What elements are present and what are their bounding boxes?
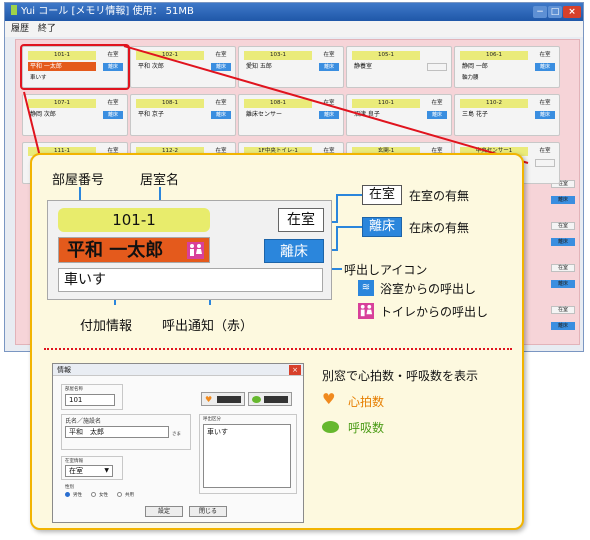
heart-icon: ♥: [205, 395, 213, 404]
room-field[interactable]: 101: [65, 394, 115, 406]
heart-icon: ♥: [322, 390, 336, 408]
call-type-label: 呼出区分: [203, 417, 221, 422]
heart-rate-indicator: ♥: [201, 392, 245, 406]
label-call-notification: 呼出通知（赤）: [162, 319, 254, 334]
gender-option-female: 女性: [99, 493, 108, 498]
breath-rate-label: 呼吸数: [348, 421, 385, 435]
presence-select-value: 在室: [69, 467, 83, 475]
room-number-badge: 101-1: [58, 208, 210, 232]
close-icon[interactable]: ×: [289, 365, 301, 375]
bath-icon: ≋: [358, 280, 374, 296]
set-button[interactable]: 設定: [145, 506, 183, 517]
honorific-label: さま: [172, 432, 181, 437]
call-type-list[interactable]: 車いす: [203, 424, 291, 488]
toilet-icon: [187, 242, 204, 259]
gender-label: 性別: [65, 485, 74, 490]
close-button[interactable]: 閉じる: [189, 506, 227, 517]
name-label: 氏名／施設名: [65, 418, 102, 425]
room-label: 部屋名称: [65, 387, 83, 392]
heart-rate-label: 心拍数: [348, 395, 385, 409]
vitals-heading: 別窓で心拍数・呼吸数を表示: [322, 369, 479, 383]
callout-line-right: [123, 45, 529, 164]
heart-rate-display: [217, 396, 241, 403]
name-field[interactable]: 平和 太郎: [65, 426, 169, 438]
room-card-enlarged: 101-1 在室 平和 一太郎 離床 車いす: [47, 200, 332, 300]
breath-rate-indicator: [248, 392, 292, 406]
breath-rate-display: [264, 396, 288, 403]
gender-option-shared: 共用: [125, 493, 134, 498]
presence-label: 在室情報: [65, 459, 83, 464]
gender-option-male: 男性: [73, 493, 82, 498]
presence-badge: 在室: [278, 208, 324, 232]
gender-radio-male[interactable]: [65, 492, 70, 497]
label-additional-info: 付加情報: [80, 319, 133, 334]
legend-bed-text: 在床の有無: [409, 221, 470, 235]
legend-presence-box: 在室: [362, 185, 402, 205]
legend-presence-text: 在室の有無: [409, 189, 470, 203]
leaf-icon: [322, 421, 339, 433]
call-icon-title: 呼出しアイコン: [344, 263, 428, 277]
legend-bed-box: 離床: [362, 217, 402, 237]
presence-select[interactable]: 在室 ▼: [65, 465, 113, 477]
bed-status-badge: 離床: [264, 239, 324, 263]
toilet-icon: [358, 303, 374, 319]
explanation-panel: 部屋番号 居室名 101-1 在室 平和 一太郎 離床 車いす 在室 在室の有無…: [30, 153, 524, 530]
chevron-down-icon: ▼: [104, 467, 109, 474]
dialog-title: 情報: [53, 364, 303, 376]
gender-radio-female[interactable]: [91, 492, 96, 497]
additional-info: 車いす: [58, 268, 323, 292]
info-dialog: 情報 × 部屋名称 101 氏名／施設名 平和 太郎 さま 在室情報 在室 ▼ 性…: [52, 363, 304, 523]
leaf-icon: [252, 396, 261, 403]
separator-line: [44, 348, 512, 350]
bath-call-text: 浴室からの呼出し: [380, 282, 477, 296]
toilet-call-text: トイレからの呼出し: [380, 305, 489, 319]
gender-radio-shared[interactable]: [117, 492, 122, 497]
